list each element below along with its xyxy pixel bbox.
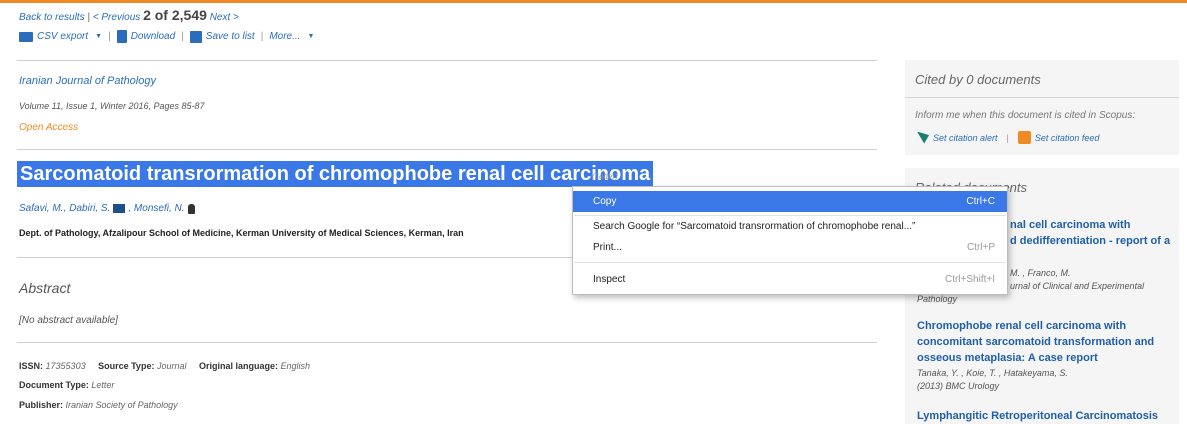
result-count: 2 of 2,549: [143, 7, 207, 23]
language-label: Original language:: [199, 361, 279, 371]
result-navigation: Back to results | < Previous 2 of 2,549 …: [19, 7, 239, 23]
document-type-tag: (Letter): [592, 172, 618, 181]
document-type-value: Letter: [91, 380, 115, 390]
publisher-label: Publisher:: [19, 400, 64, 410]
related-item-title[interactable]: Lymphangitic Retroperitoneal Carcinomato…: [917, 408, 1158, 424]
copy-label: Copy: [593, 196, 617, 207]
inform-text: Inform me when this document is cited in…: [915, 110, 1136, 121]
toolbar-divider: |: [181, 31, 184, 42]
chevron-down-icon: ▼: [307, 33, 315, 40]
related-item-source: (2013) BMC Urology: [917, 381, 1000, 391]
download-label: Download: [130, 31, 176, 42]
related-item-title[interactable]: d dedifferentiation - report of a: [1010, 233, 1170, 249]
related-item-title[interactable]: concomitant sarcomatoid transformation a…: [917, 334, 1154, 350]
search-google-label: Search Google for “Sarcomatoid transrorm…: [593, 221, 916, 232]
context-menu: Copy Ctrl+C Search Google for “Sarcomato…: [572, 186, 1008, 295]
publisher-value: Iranian Society of Pathology: [65, 400, 178, 410]
open-access-badge: Open Access: [19, 122, 79, 133]
save-to-list-label: Save to list: [205, 31, 255, 42]
set-citation-alert-link[interactable]: Set citation alert: [933, 133, 998, 143]
language-value: English: [280, 361, 311, 371]
print-menu-item[interactable]: Print... Ctrl+P: [573, 237, 1007, 258]
more-button[interactable]: More... ▼: [269, 31, 314, 42]
document-type-row: Document Type: Letter: [19, 380, 114, 390]
source-type-label: Source Type:: [98, 361, 155, 371]
save-icon: [189, 30, 202, 43]
divider: [17, 342, 877, 343]
csv-export-label: CSV export: [37, 31, 89, 42]
document-toolbar: CSV export ▼ | Download | Save to list |…: [19, 30, 314, 43]
bell-icon: [917, 131, 929, 144]
previous-link[interactable]: < Previous: [93, 12, 141, 23]
download-button[interactable]: Download: [116, 30, 176, 43]
author-list: Safavi, M., Dabiri, S. , Monsefi, N.: [19, 203, 195, 214]
related-item-source: Pathology: [917, 294, 958, 304]
related-item-authors: M. , Franco, M.: [1010, 268, 1071, 278]
print-label: Print...: [593, 242, 622, 253]
related-item-title[interactable]: Chromophobe renal cell carcinoma with: [917, 318, 1126, 334]
rss-icon: [1017, 131, 1031, 144]
menu-separator: [574, 262, 1006, 263]
next-link[interactable]: Next >: [210, 12, 239, 23]
csv-export-button[interactable]: CSV export ▼: [19, 31, 102, 42]
affiliation: Dept. of Pathology, Afzalipour School of…: [19, 228, 464, 238]
toolbar-divider: |: [108, 31, 111, 42]
inspect-shortcut: Ctrl+Shift+I: [944, 274, 995, 285]
divider: [17, 149, 877, 150]
related-item-title[interactable]: osseous metaplasia: A case report: [917, 350, 1098, 366]
related-item-source: urnal of Clinical and Experimental: [1010, 281, 1145, 291]
author-link[interactable]: , Monsefi, N.: [128, 203, 184, 214]
toolbar-divider: |: [260, 31, 264, 42]
citation-alerts: Set citation alert | Set citation feed: [917, 131, 1099, 144]
person-icon: [187, 203, 195, 214]
copy-shortcut: Ctrl+C: [966, 196, 995, 207]
divider: [17, 60, 877, 61]
abstract-text: [No abstract available]: [19, 315, 118, 326]
export-icon: [19, 31, 33, 42]
set-citation-feed-link[interactable]: Set citation feed: [1035, 133, 1100, 143]
inspect-label: Inspect: [593, 274, 626, 285]
volume-info: Volume 11, Issue 1, Winter 2016, Pages 8…: [19, 101, 205, 111]
inspect-menu-item[interactable]: Inspect Ctrl+Shift+I: [573, 269, 1007, 290]
related-item-authors: Tanaka, Y. , Koie, T. , Hatakeyama, S.: [917, 368, 1068, 378]
journal-link[interactable]: Iranian Journal of Pathology: [19, 75, 156, 87]
document-title: Sarcomatoid transrormation of chromophob…: [17, 161, 654, 187]
author-link[interactable]: Dabiri, S.: [69, 203, 110, 214]
nav-separator: |: [87, 12, 90, 23]
source-type-value: Journal: [156, 361, 187, 371]
copy-menu-item[interactable]: Copy Ctrl+C: [573, 191, 1007, 212]
document-type-label: Document Type:: [19, 380, 89, 390]
related-item-title[interactable]: nal cell carcinoma with: [1010, 217, 1130, 233]
more-label: More...: [269, 31, 301, 42]
print-shortcut: Ctrl+P: [966, 242, 995, 253]
issn-row: ISSN: 17355303 Source Type: Journal Orig…: [19, 361, 310, 371]
envelope-icon[interactable]: [113, 204, 126, 213]
publisher-row: Publisher: Iranian Society of Pathology: [19, 400, 178, 410]
search-google-menu-item[interactable]: Search Google for “Sarcomatoid transrorm…: [573, 216, 1007, 237]
divider: [905, 97, 1179, 98]
chevron-down-icon: ▼: [95, 33, 103, 40]
abstract-heading: Abstract: [19, 280, 71, 296]
download-icon: [116, 30, 127, 43]
author-link[interactable]: Safavi, M.,: [19, 203, 66, 214]
save-to-list-button[interactable]: Save to list: [189, 30, 255, 43]
cited-by-heading: Cited by 0 documents: [915, 72, 1041, 87]
back-to-results-link[interactable]: Back to results: [19, 12, 85, 23]
top-accent-bar: [0, 0, 1187, 3]
alert-divider: |: [1006, 132, 1009, 143]
issn-label: ISSN:: [19, 361, 44, 371]
issn-value: 17355303: [45, 361, 86, 371]
